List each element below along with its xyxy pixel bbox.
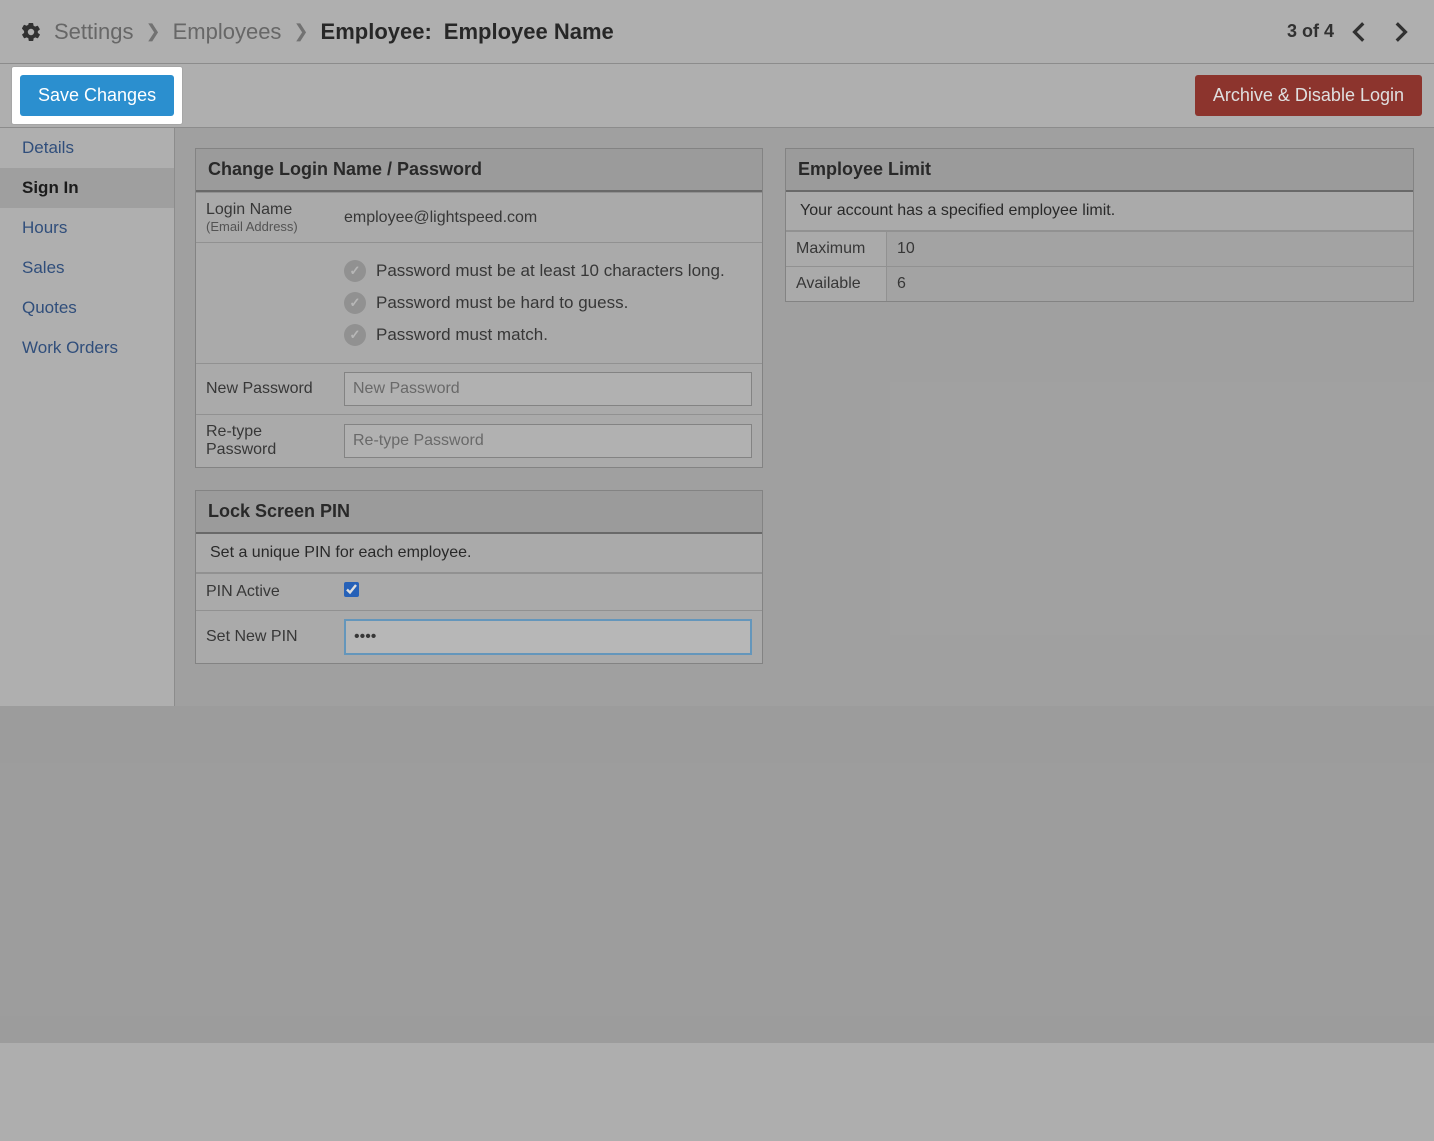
- sidebar-item-hours[interactable]: Hours: [0, 208, 174, 248]
- sidebar-item-quotes[interactable]: Quotes: [0, 288, 174, 328]
- breadcrumb-settings[interactable]: Settings: [54, 19, 134, 45]
- save-button[interactable]: Save Changes: [20, 75, 174, 116]
- sidebar-item-sign-in[interactable]: Sign In: [0, 168, 174, 208]
- limit-avail-label: Available: [786, 267, 886, 301]
- sidebar-item-details[interactable]: Details: [0, 128, 174, 168]
- login-name-value: employee@lightspeed.com: [334, 193, 762, 243]
- set-new-pin-input[interactable]: [344, 619, 752, 655]
- login-panel-heading: Change Login Name / Password: [196, 149, 762, 192]
- set-new-pin-label: Set New PIN: [196, 611, 334, 664]
- limit-avail-value: 6: [886, 267, 1413, 301]
- new-password-input[interactable]: [344, 372, 752, 406]
- pin-active-label: PIN Active: [196, 574, 334, 611]
- gear-icon: [20, 21, 42, 43]
- breadcrumb-current-prefix: Employee:: [321, 19, 432, 45]
- password-rule: ✓Password must match.: [344, 319, 752, 351]
- sidebar-item-work-orders[interactable]: Work Orders: [0, 328, 174, 368]
- pin-panel: Lock Screen PIN Set a unique PIN for eac…: [195, 490, 763, 664]
- archive-disable-button[interactable]: Archive & Disable Login: [1195, 75, 1422, 116]
- chevron-right-icon: ❯: [293, 21, 308, 42]
- breadcrumb-employees[interactable]: Employees: [173, 19, 282, 45]
- check-circle-icon: ✓: [344, 260, 366, 282]
- pager-text: 3 of 4: [1287, 21, 1334, 42]
- chevron-right-icon: ❯: [146, 21, 161, 42]
- limit-row-maximum: Maximum 10: [786, 231, 1413, 266]
- limit-panel-note: Your account has a specified employee li…: [786, 192, 1413, 231]
- login-name-label: Login Name (Email Address): [196, 193, 334, 243]
- retype-password-label: Re-type Password: [196, 415, 334, 468]
- pager-prev-button[interactable]: [1346, 18, 1374, 46]
- limit-row-available: Available 6: [786, 266, 1413, 301]
- limit-max-label: Maximum: [786, 232, 886, 266]
- action-bar: Save Changes Archive & Disable Login: [0, 64, 1434, 128]
- password-rule: ✓Password must be at least 10 characters…: [344, 255, 752, 287]
- pin-active-checkbox[interactable]: [344, 582, 359, 597]
- pin-panel-heading: Lock Screen PIN: [196, 491, 762, 534]
- sidebar: Details Sign In Hours Sales Quotes Work …: [0, 128, 175, 706]
- breadcrumb-bar: Settings ❯ Employees ❯ Employee: Employe…: [0, 0, 1434, 64]
- sidebar-item-sales[interactable]: Sales: [0, 248, 174, 288]
- login-name-sublabel: (Email Address): [206, 219, 324, 234]
- password-rules: ✓Password must be at least 10 characters…: [344, 251, 752, 355]
- save-highlight-box: Save Changes: [12, 67, 182, 124]
- check-circle-icon: ✓: [344, 324, 366, 346]
- limit-panel: Employee Limit Your account has a specif…: [785, 148, 1414, 302]
- breadcrumb-current-name: Employee Name: [444, 19, 614, 45]
- limit-panel-heading: Employee Limit: [786, 149, 1413, 192]
- login-panel: Change Login Name / Password Login Name …: [195, 148, 763, 468]
- pin-panel-note: Set a unique PIN for each employee.: [196, 534, 762, 573]
- pager-next-button[interactable]: [1386, 18, 1414, 46]
- empty-area: [0, 706, 1434, 1141]
- password-rule: ✓Password must be hard to guess.: [344, 287, 752, 319]
- limit-max-value: 10: [886, 232, 1413, 266]
- check-circle-icon: ✓: [344, 292, 366, 314]
- new-password-label: New Password: [196, 364, 334, 415]
- retype-password-input[interactable]: [344, 424, 752, 458]
